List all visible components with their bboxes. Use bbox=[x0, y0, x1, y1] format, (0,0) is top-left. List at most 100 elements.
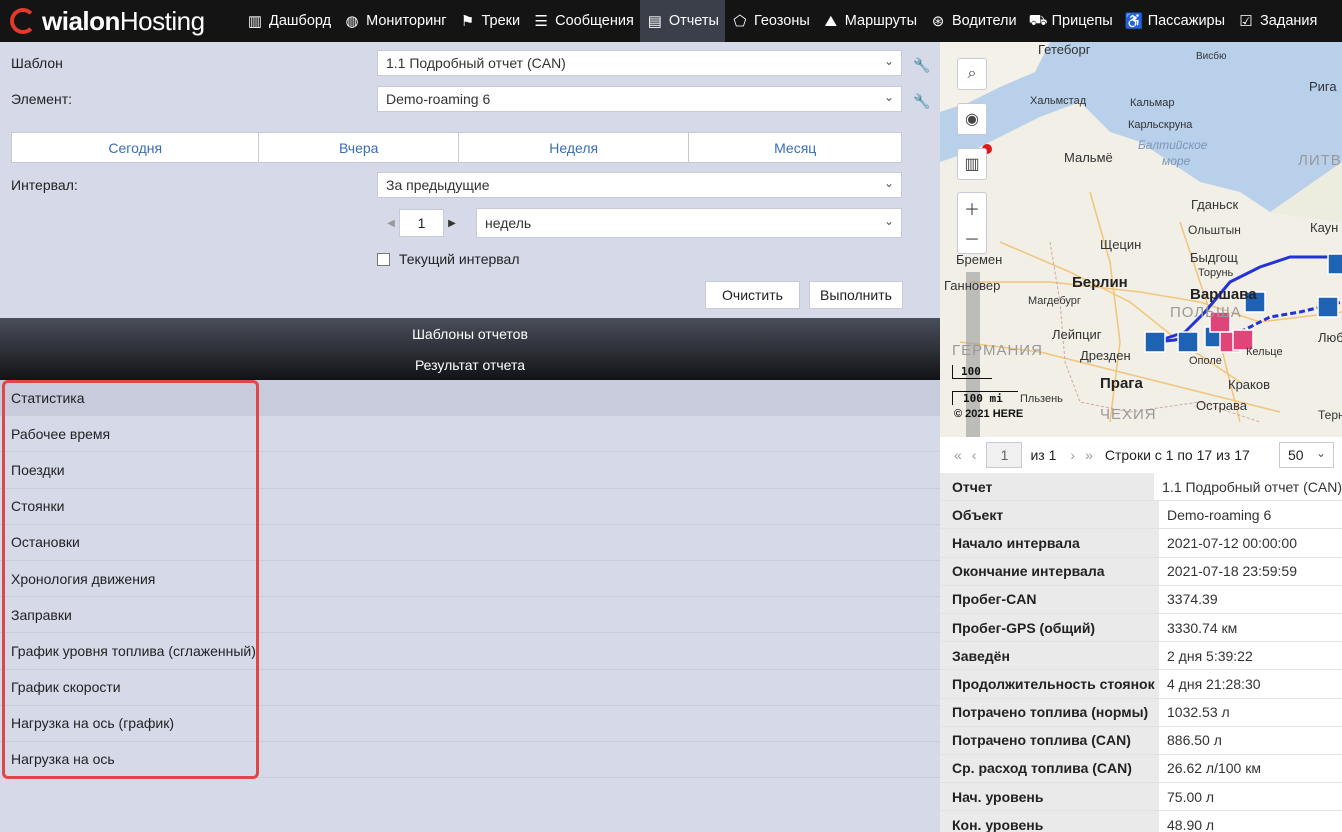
yesterday-button[interactable]: Вчера bbox=[259, 133, 459, 162]
search-icon[interactable]: ⌕ bbox=[958, 59, 986, 89]
map-label: Гетеборг bbox=[1038, 42, 1091, 57]
map-label: Бремен bbox=[956, 252, 1003, 267]
stats-value: 48.90 л bbox=[1167, 816, 1215, 832]
map-label: Кельце bbox=[1246, 346, 1283, 358]
nav-item-4[interactable]: ▤ Отчеты bbox=[639, 0, 725, 42]
stats-value: 3330.74 км bbox=[1167, 619, 1238, 636]
nav-item-label: Мониторинг bbox=[366, 13, 447, 29]
result-item[interactable]: Нагрузка на ось bbox=[0, 742, 940, 779]
next-page-icon[interactable]: › bbox=[1070, 447, 1075, 463]
report-result-header[interactable]: Результат отчета bbox=[0, 349, 940, 380]
map-label: Пльзень bbox=[1020, 393, 1063, 405]
rows-info: Строки с 1 по 17 из 17 bbox=[1104, 447, 1250, 463]
result-item[interactable]: Остановки bbox=[0, 525, 940, 561]
interval-unit-select[interactable]: недель ⌄ bbox=[476, 208, 902, 238]
zoom-in-icon[interactable]: ＋ bbox=[958, 193, 986, 223]
rows-per-page-select[interactable]: 50 ⌄ bbox=[1279, 442, 1334, 468]
first-page-icon[interactable]: « bbox=[954, 447, 962, 463]
quick-interval-buttons: Сегодня Вчера Неделя Месяц bbox=[11, 132, 902, 163]
month-button[interactable]: Месяц bbox=[689, 133, 901, 162]
stats-key: Кон. уровень bbox=[940, 811, 1159, 832]
page-number-input[interactable]: 1 bbox=[986, 442, 1023, 468]
run-button[interactable]: Выполнить bbox=[809, 281, 903, 309]
stats-row: Потрачено топлива (нормы) 1032.53 л bbox=[940, 698, 1342, 727]
nav-item-3[interactable]: ☰ Сообщения bbox=[526, 0, 640, 42]
passenger-icon: ♿ bbox=[1124, 13, 1144, 30]
nav-item-label: Отчеты bbox=[668, 13, 719, 29]
logo-sub-text: Hosting bbox=[119, 5, 205, 36]
decrement-arrow-icon[interactable]: ◀ bbox=[383, 218, 399, 229]
current-interval-checkbox[interactable] bbox=[377, 252, 390, 266]
template-label: Шаблон bbox=[11, 55, 63, 71]
statistics-table: Отчет 1.1 Подробный отчет (CAN) Объект Demo… bbox=[940, 473, 1342, 832]
result-item[interactable]: Статистика bbox=[0, 380, 940, 417]
week-button[interactable]: Неделя bbox=[459, 133, 690, 162]
nav-item-10[interactable]: ☑ Задания bbox=[1231, 0, 1323, 42]
map-label: Варшава bbox=[1190, 286, 1257, 303]
map-label: ЧЕХИЯ bbox=[1100, 406, 1157, 423]
map-label: Гданьск bbox=[1191, 197, 1239, 212]
nav-item-label: Задания bbox=[1260, 13, 1318, 29]
report-result-list: Статистика Рабочее время Поездки Стоянки Ост… bbox=[0, 380, 940, 832]
interval-type-select[interactable]: За предыдущие ⌄ bbox=[377, 172, 902, 198]
stats-row: Объект Demo-roaming 6 bbox=[940, 501, 1342, 530]
increment-arrow-icon[interactable]: ▶ bbox=[444, 218, 460, 229]
wialon-logo[interactable]: wialonHosting bbox=[0, 0, 240, 42]
nav-item-8[interactable]: ⛟ Прицепы bbox=[1023, 0, 1119, 42]
stats-key: Пробег-CAN bbox=[940, 585, 1159, 613]
zoom-out-icon[interactable]: － bbox=[958, 223, 986, 253]
map-label: Балтийское bbox=[1138, 138, 1208, 152]
result-item[interactable]: Хронология движения bbox=[0, 561, 940, 598]
stats-row: Кон. уровень 48.90 л bbox=[940, 811, 1342, 832]
stats-key: Заведён bbox=[940, 642, 1159, 670]
wrench-icon[interactable]: 🔧 bbox=[913, 57, 930, 73]
map-label: Каун bbox=[1310, 220, 1339, 235]
stats-key: Начало интервала bbox=[940, 529, 1159, 557]
nav-item-0[interactable]: ▥ Дашборд bbox=[240, 0, 337, 42]
nav-item-6[interactable]: ⛰ Маршруты bbox=[816, 0, 923, 42]
interval-count-input[interactable]: 1 bbox=[399, 209, 444, 237]
result-item[interactable]: Стоянки bbox=[0, 489, 940, 525]
last-page-icon[interactable]: » bbox=[1085, 447, 1093, 463]
map-label: ГЕРМАНИЯ bbox=[952, 342, 1043, 359]
prev-page-icon[interactable]: ‹ bbox=[972, 447, 977, 463]
wrench-icon[interactable]: 🔧 bbox=[913, 93, 930, 109]
nav-item-5[interactable]: ⬠ Геозоны bbox=[725, 0, 816, 42]
stats-value: 75.00 л bbox=[1167, 788, 1215, 805]
nav-item-label: Пассажиры bbox=[1147, 13, 1226, 29]
map-layers-icon[interactable]: ▥ bbox=[958, 149, 986, 179]
report-templates-header[interactable]: Шаблоны отчетов bbox=[0, 318, 940, 349]
trailer-icon: ⛟ bbox=[1028, 11, 1048, 29]
result-item[interactable]: Поездки bbox=[0, 452, 940, 489]
stats-key: Потрачено топлива (нормы) bbox=[940, 698, 1159, 726]
stats-value: 3374.39 bbox=[1167, 591, 1218, 608]
geofence-icon: ⬠ bbox=[733, 13, 747, 30]
nav-item-label: Дашборд bbox=[269, 13, 332, 29]
nav-item-7[interactable]: ⊛ Водители bbox=[923, 0, 1023, 42]
stats-value: 2 дня 5:39:22 bbox=[1167, 647, 1253, 664]
result-item[interactable]: Нагрузка на ось (график) bbox=[0, 706, 940, 742]
stats-value: Demo-roaming 6 bbox=[1167, 506, 1272, 523]
result-item[interactable]: Заправки bbox=[0, 597, 940, 634]
map-label: Карльскруна bbox=[1128, 119, 1193, 131]
nav-item-2[interactable]: ⚑ Треки bbox=[453, 0, 527, 42]
stats-key: Окончание интервала bbox=[940, 557, 1159, 585]
result-item[interactable]: График уровня топлива (сглаженный) bbox=[0, 633, 940, 670]
map-visibility-control: ◉ bbox=[957, 103, 987, 135]
stats-row: Отчет 1.1 Подробный отчет (CAN) bbox=[940, 473, 1342, 502]
result-item[interactable]: Рабочее время bbox=[0, 416, 940, 453]
map-label: ЛИТВ bbox=[1298, 152, 1342, 169]
template-select[interactable]: 1.1 Подробный отчет (CAN) ⌄ bbox=[377, 50, 902, 76]
eye-icon[interactable]: ◉ bbox=[958, 104, 986, 134]
element-select[interactable]: Demo-roaming 6 ⌄ bbox=[377, 86, 902, 112]
nav-item-1[interactable]: ◍ Мониторинг bbox=[337, 0, 452, 42]
nav-item-label: Маршруты bbox=[844, 13, 917, 29]
stats-value: 1032.53 л bbox=[1167, 704, 1230, 721]
result-item[interactable]: График скорости bbox=[0, 670, 940, 706]
today-button[interactable]: Сегодня bbox=[12, 133, 260, 162]
map-label: Ополе bbox=[1189, 355, 1222, 367]
clear-button[interactable]: Очистить bbox=[705, 281, 800, 309]
interval-count-stepper: ◀ 1 ▶ bbox=[383, 209, 460, 237]
nav-item-9[interactable]: ♿ Пассажиры bbox=[1119, 0, 1231, 42]
stats-value: 886.50 л bbox=[1167, 732, 1222, 749]
